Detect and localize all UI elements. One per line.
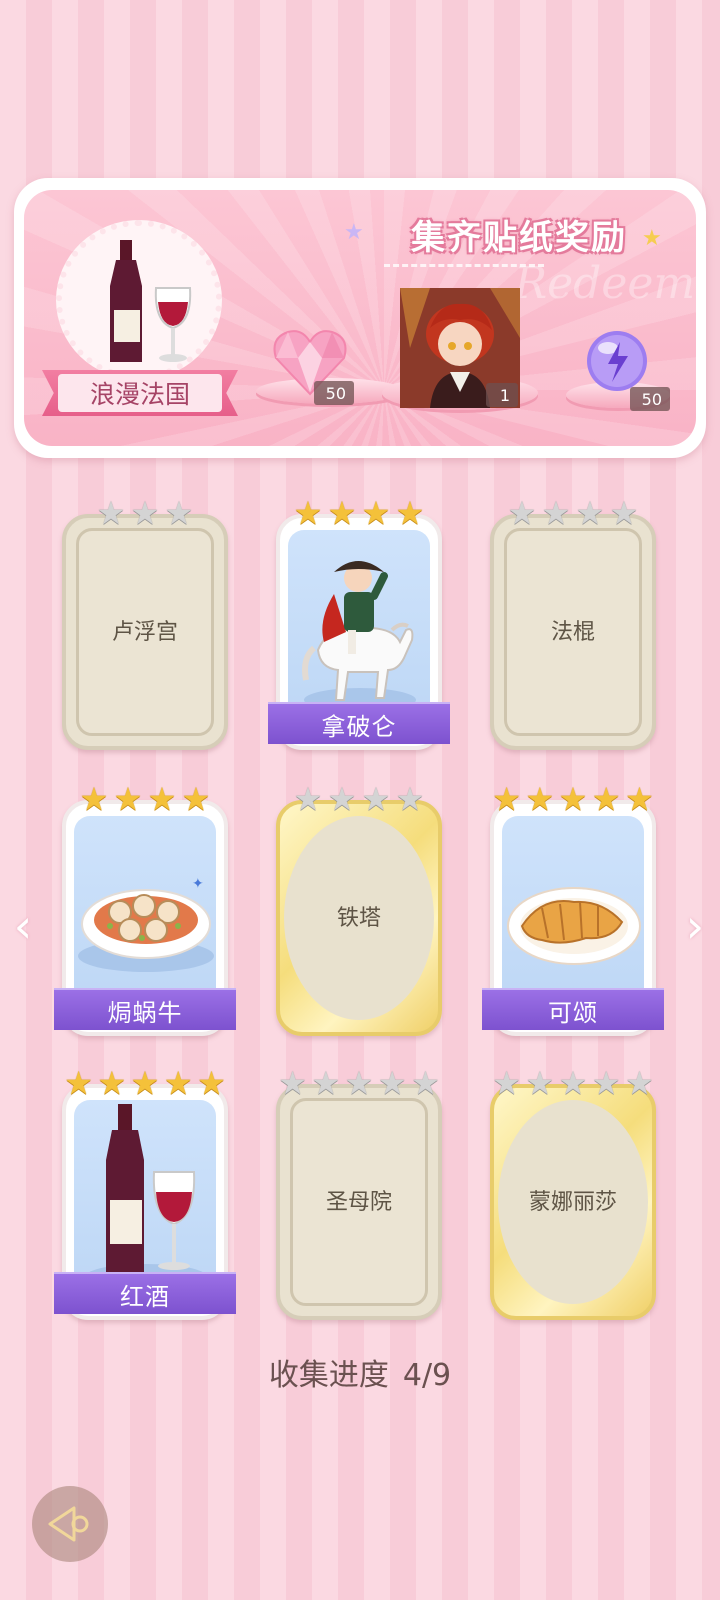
star-icon: ★	[181, 780, 211, 818]
card-eiffel-tower[interactable]: 铁塔 ★ ★ ★ ★	[276, 782, 442, 1036]
card-name: 法棍	[550, 620, 595, 645]
card-stars: ★ ★ ★ ★ ★	[490, 782, 656, 816]
card-stars: ★ ★ ★ ★ ★	[490, 1066, 656, 1100]
star-icon: ★	[64, 1064, 93, 1102]
progress-value: 4/9	[402, 1358, 452, 1393]
napoleon-art	[302, 561, 416, 712]
star-icon: ★	[625, 780, 654, 818]
red-wine-icon	[110, 240, 192, 362]
star-icon: ★	[164, 494, 194, 532]
card-name: 铁塔	[336, 906, 381, 931]
card-name: 蒙娜丽莎	[528, 1190, 617, 1215]
star-icon: ★	[97, 1064, 127, 1102]
star-icon: ★	[625, 1064, 654, 1102]
redeem-watermark: Redeem	[514, 258, 696, 309]
star-icon: ★	[591, 1064, 621, 1102]
star-icon: ★	[609, 494, 639, 532]
reward-title: 集齐贴纸奖励	[411, 217, 627, 258]
star-icon: ★	[492, 780, 521, 818]
star-icon: ★	[361, 494, 391, 532]
card-stars: ★ ★ ★ ★	[276, 782, 442, 816]
card-escargot[interactable]: ✦ 焗蜗牛 ★ ★ ★ ★	[54, 782, 236, 1036]
card-banner: 焗蜗牛	[54, 988, 236, 1030]
collection-progress: 收集进度 4/9	[0, 1350, 720, 1394]
star-icon: ★	[344, 1064, 374, 1102]
card-stars: ★ ★ ★	[62, 496, 228, 530]
reward-count: 1	[486, 383, 518, 407]
star-icon: ★	[591, 780, 621, 818]
star-icon: ★	[79, 780, 109, 818]
chevron-left-icon[interactable]: ‹	[6, 898, 40, 958]
star-icon: ★	[558, 1064, 588, 1102]
star-icon: ★	[278, 1064, 307, 1102]
star-icon: ★	[411, 1064, 440, 1102]
card-notre-dame[interactable]: 圣母院 ★ ★ ★ ★ ★	[276, 1066, 442, 1320]
star-icon: ★	[327, 780, 357, 818]
star-icon: ★	[96, 494, 126, 532]
star-icon: ★	[541, 494, 571, 532]
card-banner: 红酒	[54, 1272, 236, 1314]
back-button[interactable]	[32, 1486, 108, 1562]
star-icon: ★	[327, 494, 357, 532]
card-stars: ★ ★ ★ ★	[490, 496, 656, 530]
progress-label: 收集进度	[268, 1358, 389, 1393]
star-icon: ★	[377, 1064, 407, 1102]
back-arrow-icon	[48, 1506, 89, 1542]
card-napoleon[interactable]: 拿破仑 ★ ★ ★ ★	[268, 496, 450, 750]
reward-title-wrap: 集齐贴纸奖励	[354, 206, 684, 262]
star-icon: ★	[558, 780, 588, 818]
reward-count: 50	[630, 387, 670, 411]
card-mona-lisa[interactable]: 蒙娜丽莎 ★ ★ ★ ★ ★	[490, 1066, 656, 1320]
star-icon: ★	[311, 1064, 341, 1102]
star-icon: ★	[492, 1064, 521, 1102]
escargot-art: ✦	[78, 876, 214, 972]
star-icon: ★	[395, 494, 425, 532]
purple-energy-orb-icon[interactable]	[584, 328, 650, 394]
svg-text:✦: ✦	[192, 876, 204, 892]
card-stars: ★ ★ ★ ★ ★	[62, 1066, 228, 1100]
card-stars: ★ ★ ★ ★ ★	[276, 1066, 442, 1100]
star-icon: ★	[525, 1064, 555, 1102]
theme-badge[interactable]	[38, 220, 224, 380]
theme-label: 浪漫法国	[58, 374, 222, 412]
card-banner: 拿破仑	[268, 702, 450, 744]
star-icon: ★	[130, 1064, 160, 1102]
star-icon: ★	[525, 780, 555, 818]
card-stars: ★ ★ ★ ★	[276, 496, 442, 530]
card-stars: ★ ★ ★ ★	[62, 782, 228, 816]
star-icon: ★	[575, 494, 605, 532]
card-baguette[interactable]: 法棍 ★ ★ ★ ★	[490, 496, 656, 750]
reward-count: 50	[314, 381, 354, 405]
star-icon: ★	[147, 780, 177, 818]
star-icon: ★	[293, 494, 323, 532]
card-croissant[interactable]: 可颂 ★ ★ ★ ★ ★	[482, 782, 664, 1036]
star-icon: ★	[507, 494, 537, 532]
chevron-right-icon[interactable]: ›	[678, 898, 712, 958]
card-name: 卢浮宫	[111, 620, 178, 645]
card-banner: 可颂	[482, 988, 664, 1030]
red-wine-art	[86, 1104, 206, 1288]
star-icon: ★	[395, 780, 425, 818]
star-icon: ★	[197, 1064, 226, 1102]
star-icon: ★	[113, 780, 143, 818]
croissant-art	[507, 887, 641, 965]
card-red-wine[interactable]: 红酒 ★ ★ ★ ★ ★	[54, 1066, 236, 1320]
card-louvre[interactable]: 卢浮宫 ★ ★ ★	[62, 496, 228, 750]
star-icon: ★	[361, 780, 391, 818]
star-icon: ★	[130, 494, 160, 532]
star-icon: ★	[163, 1064, 193, 1102]
star-icon: ★	[293, 780, 323, 818]
card-name: 圣母院	[325, 1190, 392, 1215]
